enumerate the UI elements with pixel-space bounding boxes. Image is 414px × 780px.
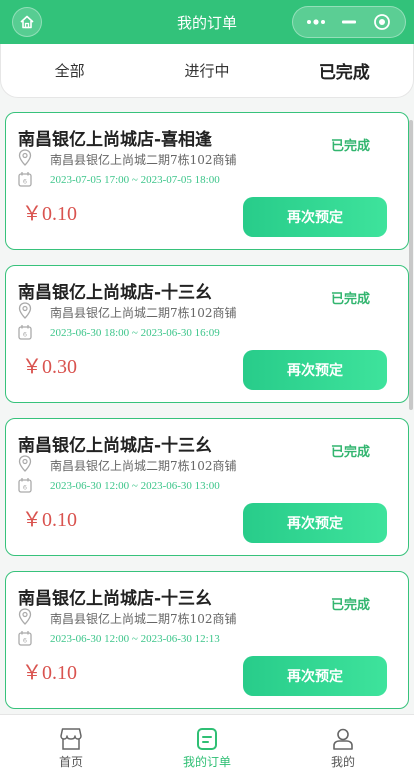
user-icon [333, 728, 353, 750]
bottom-tab-bar: 首页 我的订单 我的 [0, 714, 414, 780]
order-price: ￥0.30 [22, 356, 77, 378]
list-scrollbar[interactable] [409, 120, 413, 410]
calendar-icon: 6 [18, 325, 32, 340]
order-document-icon [197, 728, 217, 750]
tabbar-label: 我的订单 [182, 755, 231, 769]
svg-text:6: 6 [23, 637, 27, 645]
tab-all[interactable]: 全部 [10, 60, 130, 81]
minimize-button[interactable] [334, 7, 364, 37]
status-badge: 已完成 [330, 139, 370, 154]
minimize-icon [341, 20, 356, 24]
more-button[interactable] [301, 7, 331, 37]
svg-text:6: 6 [23, 178, 27, 186]
order-address: 南昌县银亿上尚城二期7栋102商铺 [50, 459, 237, 473]
tabbar-item-profile[interactable]: 我的 [308, 715, 378, 780]
order-time: 2023-07-05 17:00 ~ 2023-07-05 18:00 [50, 174, 220, 186]
home-button[interactable] [12, 7, 42, 37]
rebook-button[interactable]: 再次预定 [243, 197, 387, 237]
order-title: 南昌银亿上尚城店-十三幺 [18, 589, 213, 609]
calendar-icon: 6 [18, 631, 32, 646]
location-pin-icon [18, 149, 32, 166]
order-time: 2023-06-30 12:00 ~ 2023-06-30 13:00 [50, 480, 220, 492]
tabbar-item-orders[interactable]: 我的订单 [172, 715, 242, 780]
order-list: 南昌银亿上尚城店-喜相逢 已完成 南昌县银亿上尚城二期7栋102商铺 6 202… [5, 112, 409, 724]
location-pin-icon [18, 455, 32, 472]
more-icon [306, 19, 325, 25]
order-card[interactable]: 南昌银亿上尚城店-十三幺 已完成 南昌县银亿上尚城二期7栋102商铺 6 202… [5, 265, 409, 403]
status-badge: 已完成 [330, 445, 370, 460]
order-time: 2023-06-30 12:00 ~ 2023-06-30 12:13 [50, 633, 220, 645]
tabbar-item-home[interactable]: 首页 [36, 715, 106, 780]
svg-text:6: 6 [23, 331, 27, 339]
calendar-icon: 6 [18, 478, 32, 493]
nav-header: 我的订单 [0, 0, 414, 44]
tabbar-label: 我的 [330, 755, 355, 769]
calendar-icon: 6 [18, 172, 32, 187]
status-badge: 已完成 [330, 292, 370, 307]
order-price: ￥0.10 [22, 509, 77, 531]
location-pin-icon [18, 608, 32, 625]
rebook-button[interactable]: 再次预定 [243, 350, 387, 390]
order-title: 南昌银亿上尚城店-十三幺 [18, 283, 213, 303]
rebook-button[interactable]: 再次预定 [243, 503, 387, 543]
tab-in-progress[interactable]: 进行中 [147, 60, 267, 81]
order-address: 南昌县银亿上尚城二期7栋102商铺 [50, 153, 237, 167]
tabbar-label: 首页 [58, 755, 83, 769]
order-status-tabs: 全部 进行中 已完成 [0, 44, 414, 98]
order-card[interactable]: 南昌银亿上尚城店-十三幺 已完成 南昌县银亿上尚城二期7栋102商铺 6 202… [5, 571, 409, 709]
order-card[interactable]: 南昌银亿上尚城店-喜相逢 已完成 南昌县银亿上尚城二期7栋102商铺 6 202… [5, 112, 409, 250]
order-price: ￥0.10 [22, 203, 77, 225]
location-pin-icon [18, 302, 32, 319]
order-address: 南昌县银亿上尚城二期7栋102商铺 [50, 612, 237, 626]
close-button[interactable] [367, 7, 397, 37]
store-icon [60, 728, 82, 750]
tab-completed[interactable]: 已完成 [284, 58, 404, 83]
page-title: 我的订单 [176, 13, 237, 32]
rebook-button[interactable]: 再次预定 [243, 656, 387, 696]
status-badge: 已完成 [330, 598, 370, 613]
order-address: 南昌县银亿上尚城二期7栋102商铺 [50, 306, 237, 320]
order-title: 南昌银亿上尚城店-喜相逢 [18, 130, 213, 150]
svg-text:6: 6 [23, 484, 27, 492]
order-title: 南昌银亿上尚城店-十三幺 [18, 436, 213, 456]
order-time: 2023-06-30 18:00 ~ 2023-06-30 16:09 [50, 327, 220, 339]
order-card[interactable]: 南昌银亿上尚城店-十三幺 已完成 南昌县银亿上尚城二期7栋102商铺 6 202… [5, 418, 409, 556]
mini-program-capsule [292, 6, 406, 38]
close-target-icon [374, 14, 391, 30]
order-price: ￥0.10 [22, 662, 77, 684]
home-icon [20, 15, 34, 29]
